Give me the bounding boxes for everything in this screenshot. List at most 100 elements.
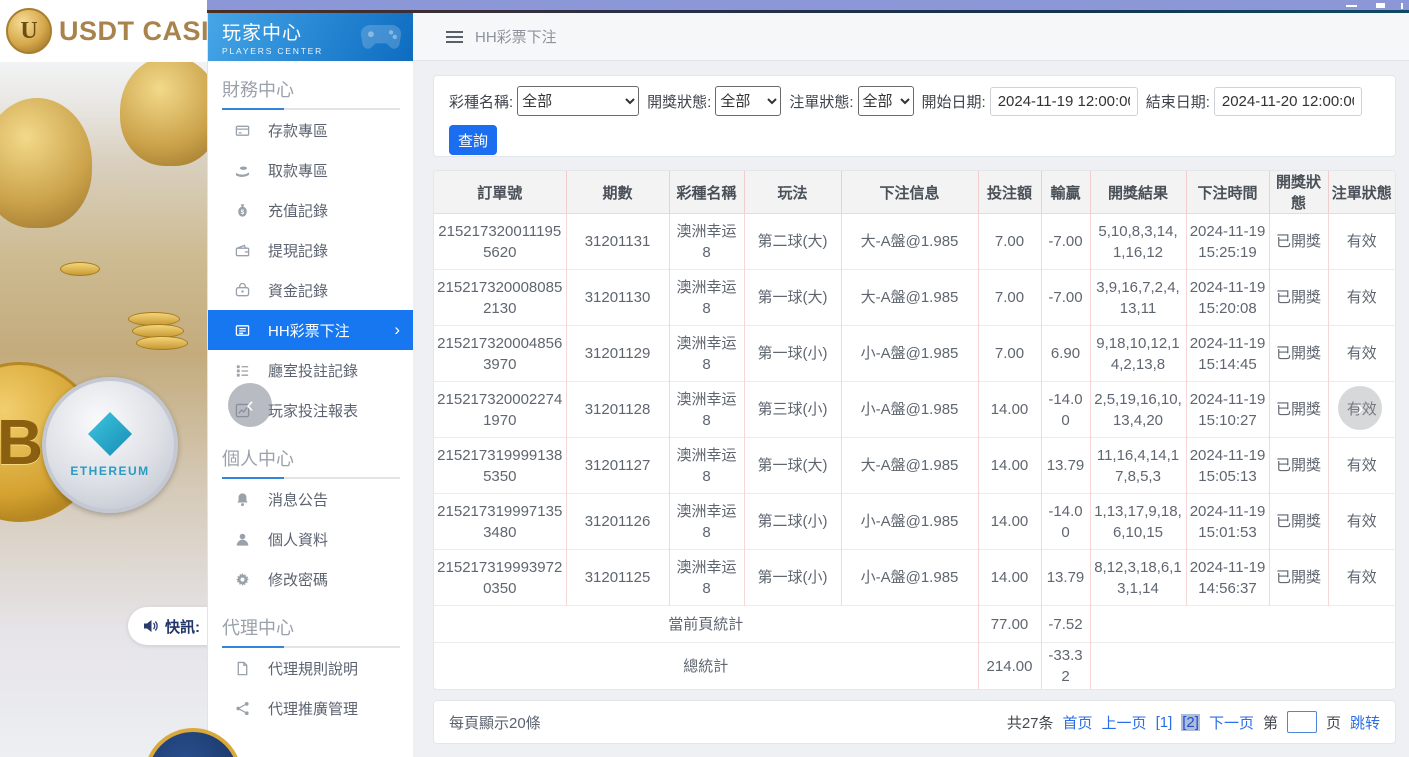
jump-button[interactable]: 跳转	[1350, 712, 1380, 733]
sidebar-item-label: 資金記錄	[268, 280, 328, 301]
menu-toggle-icon[interactable]	[446, 31, 463, 43]
scroll-left-button[interactable]: ‹	[228, 383, 272, 427]
sidebar-item-messages[interactable]: 消息公告	[208, 479, 413, 519]
table-cell: 第二球(大)	[744, 214, 841, 270]
top-banner	[207, 0, 1409, 10]
sidebar-item-deposit[interactable]: 存款專區	[208, 110, 413, 150]
crypto-photo: B ETHEREUM	[0, 62, 207, 757]
table-row: 215217320008085213031201130澳洲幸运8第一球(大)大-…	[434, 270, 1395, 326]
table-cell: 2024-11-19 15:25:19	[1186, 214, 1269, 270]
page-link-1[interactable]: [1]	[1156, 714, 1173, 731]
ethereum-diamond-icon	[88, 412, 132, 456]
start-date-input[interactable]	[990, 87, 1138, 116]
sidebar-item-lottery-bets[interactable]: HH彩票下注›	[208, 310, 413, 350]
table-cell: 6.90	[1041, 326, 1090, 382]
jump-suffix-label: 页	[1326, 712, 1341, 733]
table-cell: -14.00	[1041, 382, 1090, 438]
table-cell: 2024-11-19 15:10:27	[1186, 382, 1269, 438]
sidebar-item-withdraw[interactable]: 取款專區	[208, 150, 413, 190]
ethereum-label: ETHEREUM	[70, 464, 149, 478]
table-cell: 31201128	[566, 382, 669, 438]
table-cell: 13.79	[1041, 550, 1090, 606]
withdraw-hand-icon	[235, 162, 251, 178]
ethereum-coin-icon: ETHEREUM	[42, 377, 178, 513]
brand-header: U USDT CASINO	[0, 0, 207, 62]
table-header-cell: 期數	[566, 171, 669, 214]
purse-icon	[235, 282, 251, 298]
gold-coin-icon	[60, 262, 100, 276]
table-cell: 已開獎	[1269, 494, 1328, 550]
sidebar-item-label: 充值記錄	[268, 200, 328, 221]
page-link-2[interactable]: [2]	[1181, 714, 1200, 731]
sidebar-item-room-bets[interactable]: 廳室投註記錄	[208, 350, 413, 390]
next-page-link[interactable]: 下一页	[1209, 712, 1254, 733]
svg-text:$: $	[241, 208, 245, 215]
bell-icon	[235, 491, 251, 507]
table-cell: 第一球(小)	[744, 326, 841, 382]
table-cell: 小-A盤@1.985	[841, 494, 978, 550]
end-date-input[interactable]	[1214, 87, 1362, 116]
chevron-right-icon: ›	[394, 320, 400, 340]
table-cell: 澳洲幸运8	[669, 438, 744, 494]
gold-coin-icon	[136, 336, 188, 350]
sidebar-item-recharge-record[interactable]: $ 充值記錄	[208, 190, 413, 230]
sidebar-section-title: 財務中心	[208, 61, 413, 108]
sidebar-item-label: 個人資料	[268, 529, 328, 550]
sidebar-item-label: 玩家投注報表	[268, 400, 358, 421]
table-cell: 2024-11-19 15:20:08	[1186, 270, 1269, 326]
table-header-row: 訂單號期數彩種名稱玩法下注信息投注額輸贏開獎結果下注時間開獎狀態注單狀態	[434, 171, 1395, 214]
prev-page-link[interactable]: 上一页	[1102, 712, 1147, 733]
table-cell: 大-A盤@1.985	[841, 438, 978, 494]
page-jump-input[interactable]	[1287, 711, 1317, 733]
sidebar-item-agent-rules[interactable]: 代理規則說明	[208, 648, 413, 688]
search-button[interactable]: 查詢	[449, 125, 497, 155]
table-cell: 2024-11-19 14:56:37	[1186, 550, 1269, 606]
lottery-select[interactable]: 全部	[517, 86, 639, 116]
sidebar-item-change-password[interactable]: 修改密碼	[208, 559, 413, 599]
order-status-select[interactable]: 全部	[858, 86, 914, 116]
gear-icon	[235, 571, 251, 587]
moneybag-icon: $	[235, 202, 251, 218]
table-cell: 有效	[1328, 270, 1395, 326]
draw-status-select[interactable]: 全部	[715, 86, 781, 116]
sidebar-item-profile[interactable]: 個人資料	[208, 519, 413, 559]
sidebar-item-label: 消息公告	[268, 489, 328, 510]
first-page-link[interactable]: 首页	[1063, 712, 1093, 733]
sidebar-item-funds-record[interactable]: 資金記錄	[208, 270, 413, 310]
breadcrumb-bar: HH彩票下注	[413, 13, 1409, 61]
moneybag-photo-icon	[120, 56, 207, 166]
document-icon	[235, 660, 251, 676]
table-cell: 2152173199991385350	[434, 438, 566, 494]
table-cell: 2152173200022741970	[434, 382, 566, 438]
left-decor-zone: B ETHEREUM U USDT CASINO 快訊:	[0, 0, 207, 757]
table-cell: 14.00	[978, 438, 1041, 494]
table-header-cell: 開獎結果	[1090, 171, 1186, 214]
start-date-label: 開始日期:	[922, 91, 986, 112]
summary-row: 總統計214.00-33.32	[434, 643, 1395, 690]
table-row: 215217319999138535031201127澳洲幸运8第一球(大)大-…	[434, 438, 1395, 494]
table-cell: 11,16,4,14,17,8,5,3	[1090, 438, 1186, 494]
sidebar-item-label: 提現記錄	[268, 240, 328, 261]
sidebar-item-withdrawal-record[interactable]: 提現記錄	[208, 230, 413, 270]
speaker-icon	[142, 618, 159, 634]
page-links: [1] [2]	[1156, 714, 1200, 731]
table-cell: 澳洲幸运8	[669, 214, 744, 270]
bets-table: 訂單號期數彩種名稱玩法下注信息投注額輸贏開獎結果下注時間開獎狀態注單狀態 215…	[434, 171, 1395, 689]
table-cell: 已開獎	[1269, 270, 1328, 326]
sidebar-item-label: 修改密碼	[268, 569, 328, 590]
table-row: 215217320002274197031201128澳洲幸运8第三球(小)小-…	[434, 382, 1395, 438]
table-cell: 第二球(小)	[744, 494, 841, 550]
moneybag-photo-icon	[0, 98, 92, 228]
table-cell: 小-A盤@1.985	[841, 326, 978, 382]
page-title: HH彩票下注	[475, 26, 557, 47]
scroll-right-button[interactable]: ›	[1338, 386, 1382, 430]
table-cell: 有效	[1328, 550, 1395, 606]
table-cell: 有效	[1328, 214, 1395, 270]
table-cell: 第一球(小)	[744, 550, 841, 606]
sidebar-item-agent-promotion[interactable]: 代理推廣管理	[208, 688, 413, 728]
table-cell: 31201130	[566, 270, 669, 326]
table-cell: 大-A盤@1.985	[841, 270, 978, 326]
sidebar-section-title: 代理中心	[208, 599, 413, 646]
table-cell: 2152173199971353480	[434, 494, 566, 550]
table-cell: -7.00	[1041, 270, 1090, 326]
